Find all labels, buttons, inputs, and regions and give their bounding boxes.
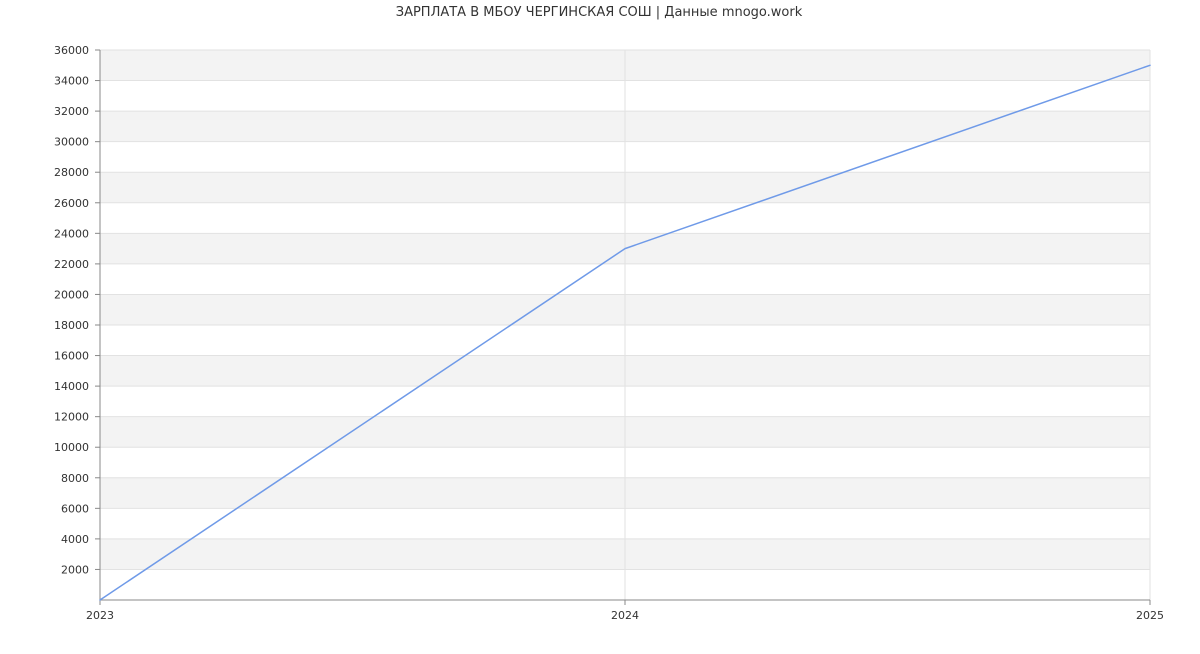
y-tick-label: 14000 — [54, 380, 89, 393]
y-tick-label: 30000 — [54, 136, 89, 149]
y-tick-label: 20000 — [54, 288, 89, 301]
y-tick-label: 32000 — [54, 105, 89, 118]
y-tick-label: 8000 — [61, 472, 89, 485]
y-tick-labels: 2000 4000 6000 8000 10000 12000 14000 16000 1800… — [54, 44, 89, 576]
x-tick-label: 2024 — [611, 609, 639, 622]
y-tick-label: 16000 — [54, 350, 89, 363]
y-tick-label: 28000 — [54, 166, 89, 179]
y-tick-label: 10000 — [54, 441, 89, 454]
x-tick-labels: 2023 2024 2025 — [86, 609, 1164, 622]
y-tick-label: 18000 — [54, 319, 89, 332]
y-tick-label: 22000 — [54, 258, 89, 271]
x-tick-label: 2023 — [86, 609, 114, 622]
y-tick-label: 6000 — [61, 502, 89, 515]
y-tick-label: 24000 — [54, 227, 89, 240]
y-tick-label: 12000 — [54, 411, 89, 424]
line-chart: 2000 4000 6000 8000 10000 12000 14000 16000 1800… — [54, 5, 1164, 622]
y-tick-label: 4000 — [61, 533, 89, 546]
chart-container: 2000 4000 6000 8000 10000 12000 14000 16000 1800… — [0, 0, 1200, 650]
y-tick-label: 34000 — [54, 75, 89, 88]
y-tick-label: 36000 — [54, 44, 89, 57]
y-tick-label: 2000 — [61, 563, 89, 576]
y-tick-label: 26000 — [54, 197, 89, 210]
chart-title: ЗАРПЛАТА В МБОУ ЧЕРГИНСКАЯ СОШ | Данные … — [396, 5, 803, 20]
x-tick-label: 2025 — [1136, 609, 1164, 622]
